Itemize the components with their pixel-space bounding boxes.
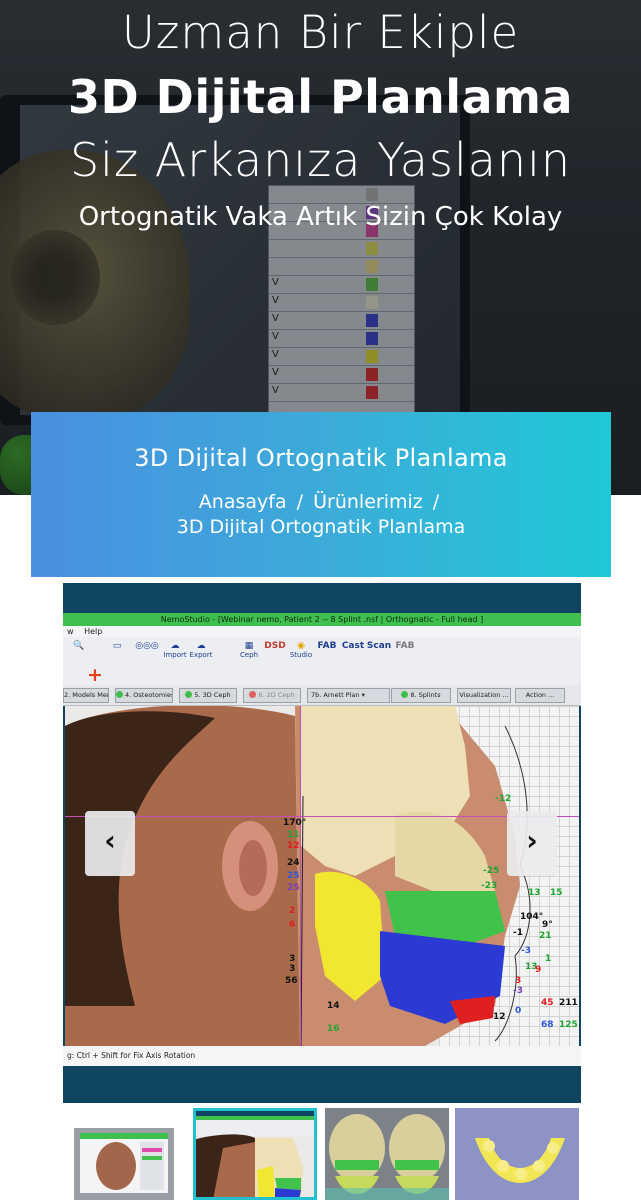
- zoom-tools-icon: 🔍: [73, 641, 85, 651]
- slider-prev-button[interactable]: ‹: [85, 811, 135, 876]
- cast-icon: Cast: [341, 641, 365, 651]
- visualization-button: Visualization ...: [457, 688, 511, 703]
- breadcrumb-products-link[interactable]: Ürünlerimiz: [313, 491, 423, 513]
- thumbnail-2[interactable]: [193, 1108, 317, 1200]
- breadcrumb-separator: /: [296, 491, 304, 513]
- step-osteotomies: 4. Osteotomies: [115, 688, 173, 703]
- breadcrumb-current: 3D Dijital Ortognatik Planlama: [176, 516, 466, 538]
- add-icon: +: [87, 664, 103, 686]
- app-menubar: w Help: [63, 626, 581, 637]
- 3d-planning-viewport-image: 170° 11 12 24 25 25 2 6 3 3 56 -12 -25 -…: [65, 706, 579, 1046]
- step-arnett-plan: 7b. Arnett Plan ▾: [307, 688, 390, 703]
- dsd-icon: DSD: [264, 641, 286, 651]
- scan-icon: Scan: [366, 641, 392, 651]
- hero-line-1: Uzman Bir Ekiple: [121, 6, 520, 59]
- masks-icon: ◎◎◎: [135, 641, 159, 651]
- patient-head-model-image: [65, 706, 531, 1046]
- step-models-merge: 2. Models Merge: [63, 688, 109, 703]
- page-title: 3D Dijital Ortognatik Planlama: [134, 444, 508, 472]
- hero-line-3: Siz Arkanıza Yaslanın: [69, 133, 571, 187]
- product-image-slider: NemoStudio - [Webinar nemo, Patient 2 --…: [63, 583, 581, 1103]
- menu-item-window: w: [67, 627, 74, 636]
- thumbnail-1[interactable]: [74, 1108, 198, 1200]
- thumbnail-4[interactable]: [455, 1108, 579, 1200]
- studio-icon: ◉ Studio: [289, 641, 313, 659]
- measurement-label: 170°: [283, 818, 307, 828]
- export-icon: ☁ Export: [189, 641, 213, 659]
- view-point-icon: ▭: [112, 641, 122, 651]
- step-splints: 8. Splints: [391, 688, 451, 703]
- action-button: Action ...: [515, 688, 565, 703]
- breadcrumb-home-link[interactable]: Anasayfa: [199, 491, 287, 513]
- hero-headline: 3D Dijital Planlama: [67, 70, 574, 124]
- fab-icon: FAB: [317, 641, 337, 651]
- app-toolbar-secondary: +: [63, 664, 581, 686]
- ceph-icon: ▦ Ceph: [239, 641, 259, 659]
- app-titlebar: NemoStudio - [Webinar nemo, Patient 2 --…: [63, 613, 581, 626]
- step-3d-ceph: 5. 3D Ceph: [179, 688, 237, 703]
- app-toolbar: 🔍 ▭ ◎◎◎ ☁ Import ☁ Export ▦ Ceph DSD ◉ Studi…: [63, 637, 581, 668]
- fab-2-icon: FAB: [395, 641, 415, 651]
- workflow-steps-bar: 2. Models Merge 4. Osteotomies 5. 3D Cep…: [63, 685, 581, 706]
- thumbnail-3[interactable]: [325, 1108, 449, 1200]
- import-icon: ☁ Import: [163, 641, 187, 659]
- page-title-banner: 3D Dijital Ortognatik Planlama Anasayfa …: [31, 412, 611, 577]
- menu-item-help: Help: [84, 627, 103, 636]
- hero-subtitle: Ortognatik Vaka Artık Sizin Çok Kolay: [78, 202, 563, 232]
- slider-next-button[interactable]: ›: [507, 811, 557, 876]
- breadcrumb-separator: /: [432, 491, 440, 513]
- breadcrumb: Anasayfa / Ürünlerimiz / 3D Dijital Orto…: [31, 490, 611, 540]
- step-2d-ceph: 6. 2D Ceph: [243, 688, 301, 703]
- thumbnail-strip: [0, 1105, 641, 1200]
- app-status-bar: g: Ctrl + Shift for Fix Axis Rotation: [63, 1046, 581, 1066]
